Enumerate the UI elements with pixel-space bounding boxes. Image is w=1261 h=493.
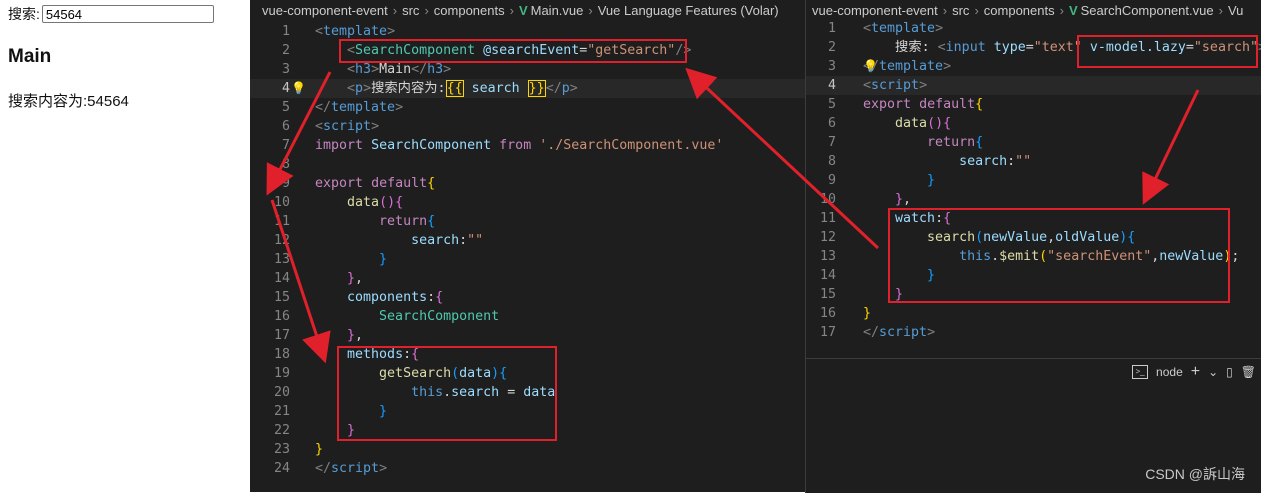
code-line: 5 export default{ (827, 97, 984, 112)
code-line: 11 return{ (273, 214, 436, 229)
breadcrumb-item[interactable]: Vue Language Features (Volar) (598, 3, 779, 18)
highlight-box-watch (888, 208, 1230, 303)
breadcrumb-main: vue-component-event › src › components › V Main… (250, 0, 805, 22)
search-result-text: 搜索内容为:54564 (8, 93, 129, 110)
code-line: 8 search:"" (827, 154, 1032, 169)
chevron-right-icon: › (1218, 3, 1223, 18)
trash-icon[interactable]: 🗑 (1241, 365, 1256, 379)
browser-preview: 搜索: Main 搜索内容为:54564 (0, 0, 250, 492)
code-line: 10 }, (819, 192, 912, 207)
highlight-box-v-model (1077, 35, 1258, 68)
code-line: 16} (819, 306, 872, 321)
vue-logo-icon: V (1068, 3, 1078, 18)
code-line: 17 }, (273, 328, 364, 343)
chevron-right-icon: › (588, 3, 593, 18)
code-line: 24 </script> (273, 461, 388, 476)
watermark: CSDN @訴山海 (1145, 466, 1245, 482)
vue-logo-icon: V (518, 3, 528, 18)
chevron-right-icon: › (942, 3, 948, 18)
search-input[interactable] (41, 5, 214, 23)
breadcrumb-item[interactable]: vue-component-event (262, 3, 388, 18)
chevron-right-icon: › (974, 3, 979, 18)
code-line: 17 </script> (819, 325, 936, 340)
main-heading: Main (8, 46, 52, 67)
terminal-label[interactable]: node (1156, 365, 1183, 379)
main-vue-editor[interactable]: vue-component-event › src › components › V Main… (250, 0, 805, 492)
code-line: 8 (281, 157, 290, 172)
code-line: 7 import SearchComponent from './SearchCo… (281, 138, 724, 153)
code-line: 14 }, (273, 271, 364, 286)
plus-icon[interactable]: + (1191, 363, 1200, 381)
code-line: 9 } (827, 173, 936, 188)
code-line: 💡 4 <p>搜索内容为:{{ search }}</p> (250, 79, 805, 98)
code-line: 23} (273, 442, 324, 457)
breadcrumb-item[interactable]: Main.vue (531, 3, 584, 18)
breadcrumb-item[interactable]: src (402, 3, 419, 18)
highlight-box-emit-listener (339, 39, 687, 63)
search-component-editor[interactable]: vue-component-event › src › components › V Sear… (805, 0, 1261, 358)
search-row: 搜索: (8, 4, 214, 24)
code-line: 5 </template> (281, 100, 404, 115)
breadcrumb-item[interactable]: Vu (1228, 3, 1243, 18)
code-line: 13 } (273, 252, 388, 267)
highlight-box-methods (337, 346, 557, 441)
code-line: 12 search:"" (273, 233, 484, 248)
code-line: 9 export default{ (281, 176, 436, 191)
chevron-right-icon: › (509, 3, 514, 18)
search-label: 搜索: (8, 6, 40, 22)
code-line: 6 <script> (281, 119, 380, 134)
breadcrumb-item[interactable]: vue-component-event (812, 3, 938, 18)
code-line: 15 components:{ (273, 290, 444, 305)
terminal-icon: >_ (1132, 365, 1149, 379)
breadcrumb-item[interactable]: SearchComponent.vue (1081, 3, 1214, 18)
lightbulb-icon[interactable]: 💡 (291, 79, 306, 98)
breadcrumb-item[interactable]: src (952, 3, 969, 18)
lightbulb-icon[interactable]: 💡 (863, 57, 878, 76)
terminal-toolbar: >_ node + ⌄ ▯ 🗑 (1132, 363, 1256, 381)
chevron-down-icon[interactable]: ⌄ (1208, 365, 1218, 379)
split-icon[interactable]: ▯ (1226, 365, 1233, 379)
chevron-right-icon: › (392, 3, 398, 18)
chevron-right-icon: › (1059, 3, 1064, 18)
code-line: 4 <script> (806, 76, 1261, 95)
chevron-right-icon: › (424, 3, 429, 18)
code-line: 7 return{ (827, 135, 984, 150)
breadcrumb-item[interactable]: components (434, 3, 505, 18)
code-line: 10 data(){ (273, 195, 404, 210)
breadcrumb-item[interactable]: components (984, 3, 1055, 18)
code-line: 6 data(){ (827, 116, 952, 131)
code-line: 16 SearchComponent (273, 309, 500, 324)
